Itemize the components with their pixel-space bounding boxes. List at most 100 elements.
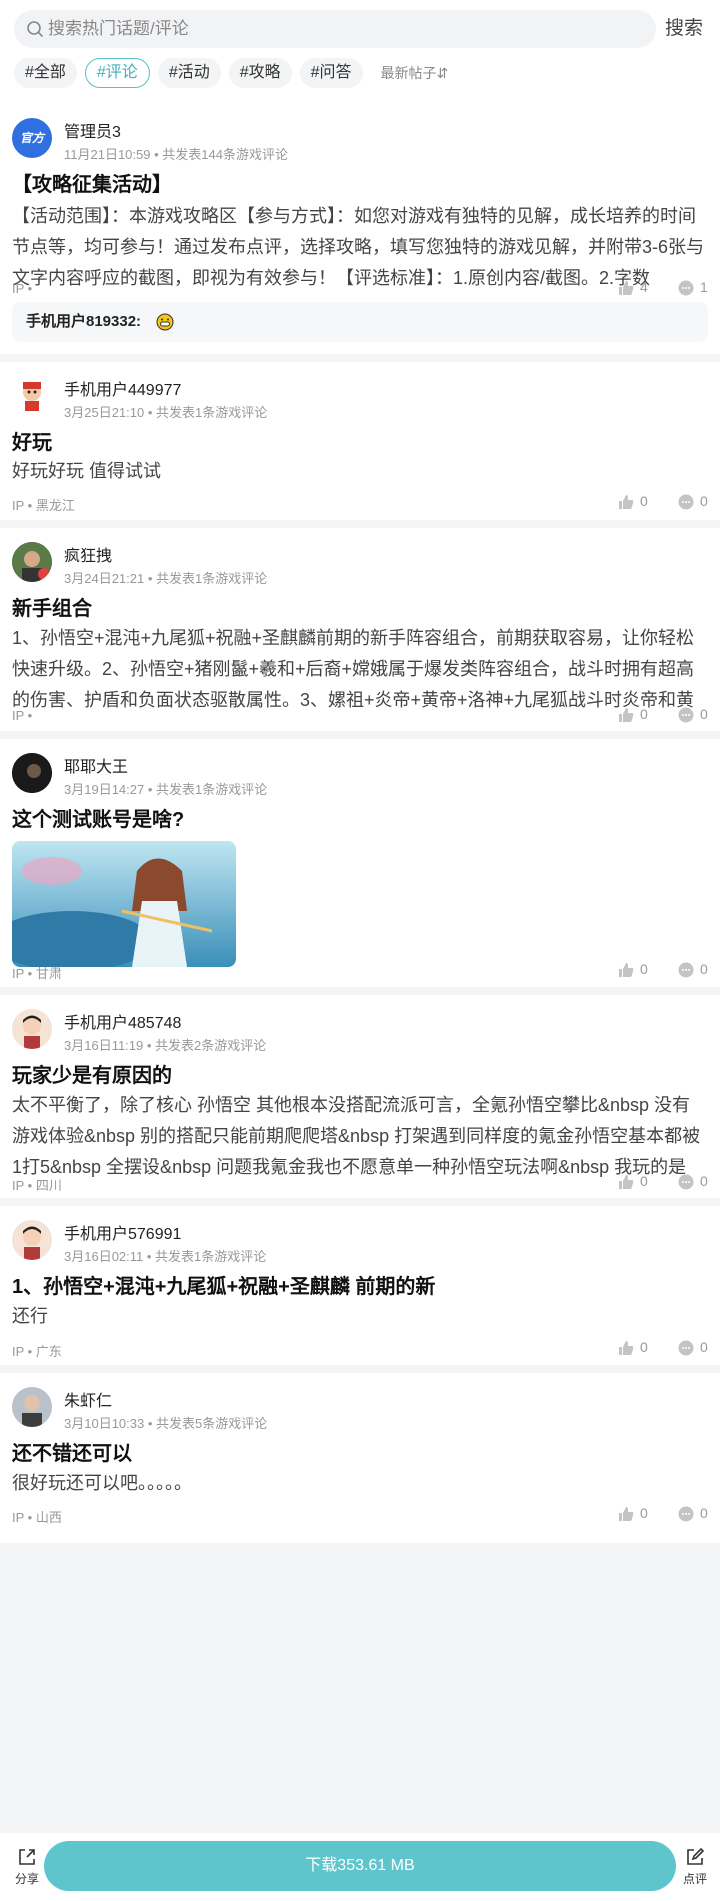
- avatar[interactable]: [12, 1009, 52, 1049]
- dark-avatar-icon: [12, 753, 52, 793]
- tab-event[interactable]: #活动: [157, 58, 221, 88]
- photo-avatar-icon: [12, 542, 52, 582]
- post-meta: 3月25日21:10 • 共发表1条游戏评论: [64, 405, 268, 420]
- download-button[interactable]: 下载353.61 MB: [44, 1841, 676, 1891]
- edit-icon: [687, 1847, 705, 1865]
- thumb-up-icon: [619, 495, 634, 510]
- post-content[interactable]: 【活动范围】：本游戏攻略区【参与方式】：如您对游戏有独特的见解，成长培养的时间节…: [12, 201, 706, 294]
- sort-dropdown[interactable]: 最新帖子⇵: [381, 58, 449, 88]
- author-name[interactable]: 朱虾仁: [64, 1387, 112, 1411]
- comment-icon: [678, 1174, 694, 1190]
- post-card[interactable]: 官方 管理员3 11月21日10:59 • 共发表144条游戏评论 【攻略征集活…: [0, 104, 720, 354]
- photo-avatar-icon: [12, 1387, 52, 1427]
- thumb-up-icon: [619, 1175, 634, 1190]
- author-name[interactable]: 手机用户485748: [64, 1009, 181, 1033]
- post-card[interactable]: 耶耶大王 3月19日14:27 • 共发表1条游戏评论 这个测试账号是啥? IP…: [0, 739, 720, 987]
- like-count[interactable]: 0: [618, 961, 648, 978]
- post-content[interactable]: 太不平衡了，除了核心 孙悟空 其他根本没搭配流派可言，全氪孙悟空攀比&nbsp …: [12, 1090, 706, 1183]
- post-card[interactable]: 朱虾仁 3月10日10:33 • 共发表5条游戏评论 还不错还可以 很好玩还可以…: [0, 1373, 720, 1543]
- post-card[interactable]: 手机用户576991 3月16日02:11 • 共发表1条游戏评论 1、孙悟空+…: [0, 1206, 720, 1365]
- post-title[interactable]: 1、孙悟空+混沌+九尾狐+祝融+圣麒麟 前期的新: [12, 1270, 435, 1299]
- author-name[interactable]: 耶耶大王: [64, 753, 128, 777]
- author-name[interactable]: 管理员3: [64, 118, 121, 142]
- like-count[interactable]: 0: [618, 493, 648, 510]
- like-count[interactable]: 0: [618, 1173, 648, 1190]
- search-input[interactable]: 搜索热门话题/评论: [14, 10, 656, 48]
- ip-location: IP • 黑龙江: [12, 498, 75, 513]
- author-name[interactable]: 手机用户576991: [64, 1220, 181, 1244]
- comment-icon: [678, 280, 694, 296]
- post-title[interactable]: 还不错还可以: [12, 1437, 132, 1466]
- search-icon: [27, 21, 44, 38]
- ip-location: IP • 广东: [12, 1344, 62, 1359]
- like-number: 0: [640, 1505, 648, 1521]
- post-title[interactable]: 玩家少是有原因的: [12, 1059, 172, 1088]
- post-image[interactable]: [12, 841, 236, 967]
- thumb-up-icon: [619, 1341, 634, 1356]
- comment-count[interactable]: 0: [678, 961, 708, 978]
- like-count[interactable]: 0: [618, 706, 648, 723]
- post-content[interactable]: 好玩好玩 值得试试: [12, 456, 706, 487]
- comment-count[interactable]: 0: [678, 706, 708, 723]
- avatar[interactable]: [12, 1387, 52, 1427]
- comment-count[interactable]: 0: [678, 493, 708, 510]
- tab-review[interactable]: #评论: [84, 58, 150, 88]
- like-count[interactable]: 0: [618, 1505, 648, 1522]
- cartoon-avatar-icon: [12, 1220, 52, 1260]
- like-number: 0: [640, 493, 648, 509]
- comment-icon: [678, 1506, 694, 1522]
- thumb-up-icon: [619, 963, 634, 978]
- post-title[interactable]: 新手组合: [12, 592, 92, 621]
- review-button[interactable]: 点评: [680, 1847, 710, 1887]
- cartoon-avatar-icon: [12, 1009, 52, 1049]
- avatar[interactable]: [12, 753, 52, 793]
- share-icon: [19, 1849, 35, 1865]
- avatar[interactable]: 官方: [12, 118, 52, 158]
- comment-number: 0: [700, 706, 708, 722]
- search-button[interactable]: 搜索: [665, 10, 703, 48]
- tag-filter-bar: #全部 #评论 #活动 #攻略 #问答 最新帖子⇵: [14, 58, 448, 92]
- post-content[interactable]: 很好玩还可以吧。。。。。: [12, 1468, 706, 1499]
- avatar[interactable]: [12, 376, 52, 416]
- tab-all[interactable]: #全部: [14, 58, 77, 88]
- post-card[interactable]: 疯狂拽 3月24日21:21 • 共发表1条游戏评论 新手组合 1、孙悟空+混沌…: [0, 528, 720, 731]
- ip-location: IP • 山西: [12, 1510, 62, 1525]
- comment-number: 0: [700, 1505, 708, 1521]
- author-name[interactable]: 手机用户449977: [64, 376, 181, 400]
- comment-icon: [678, 1340, 694, 1356]
- post-meta: 3月10日10:33 • 共发表5条游戏评论: [64, 1416, 268, 1431]
- comment-number: 0: [700, 961, 708, 977]
- post-title[interactable]: 这个测试账号是啥?: [12, 803, 184, 832]
- tab-guide[interactable]: #攻略: [228, 58, 292, 88]
- reply-preview[interactable]: 手机用户819332:: [12, 302, 708, 342]
- like-number: 0: [640, 1339, 648, 1355]
- post-title[interactable]: 【攻略征集活动】: [12, 168, 172, 197]
- like-number: 0: [640, 706, 648, 722]
- post-content[interactable]: 还行: [12, 1301, 706, 1332]
- like-count[interactable]: 4: [618, 279, 648, 296]
- like-number: 0: [640, 961, 648, 977]
- bottom-action-bar: 分享 下载353.61 MB 点评: [0, 1833, 720, 1901]
- post-content[interactable]: 1、孙悟空+混沌+九尾狐+祝融+圣麒麟前期的新手阵容组合，前期获取容易，让你轻松…: [12, 623, 706, 716]
- like-number: 0: [640, 1173, 648, 1189]
- post-meta: 3月16日02:11 • 共发表1条游戏评论: [64, 1249, 267, 1264]
- comment-count[interactable]: 1: [678, 279, 708, 296]
- post-title[interactable]: 好玩: [12, 426, 52, 455]
- tab-qa[interactable]: #问答: [299, 58, 363, 88]
- ip-location: IP •: [12, 281, 33, 296]
- cartoon-avatar-icon: [23, 382, 41, 411]
- post-card[interactable]: 手机用户449977 3月25日21:10 • 共发表1条游戏评论 好玩 好玩好…: [0, 362, 720, 520]
- comment-count[interactable]: 0: [678, 1173, 708, 1190]
- post-card[interactable]: 手机用户485748 3月16日11:19 • 共发表2条游戏评论 玩家少是有原…: [0, 995, 720, 1198]
- comment-count[interactable]: 0: [678, 1339, 708, 1356]
- thumb-up-icon: [619, 281, 634, 296]
- author-name[interactable]: 疯狂拽: [64, 542, 112, 566]
- avatar[interactable]: [12, 1220, 52, 1260]
- comment-count[interactable]: 0: [678, 1505, 708, 1522]
- comment-number: 0: [700, 1339, 708, 1355]
- like-number: 4: [640, 279, 648, 295]
- share-button[interactable]: 分享: [14, 1847, 40, 1887]
- official-badge: 官方: [19, 131, 44, 145]
- like-count[interactable]: 0: [618, 1339, 648, 1356]
- avatar[interactable]: [12, 542, 52, 582]
